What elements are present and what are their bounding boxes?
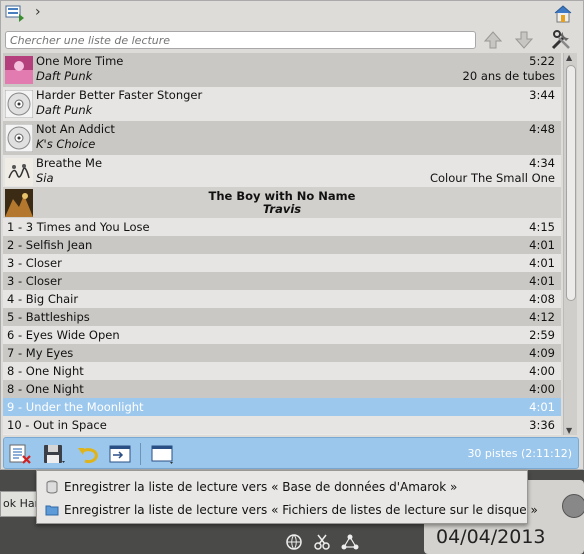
folder-icon: [45, 505, 59, 516]
row-name: 1 - 3 Times and You Lose: [7, 220, 150, 234]
menu-item-label: Enregistrer la liste de lecture vers « B…: [64, 480, 458, 494]
album-cover-icon: [5, 158, 33, 186]
scroll-down-icon[interactable]: ▼: [566, 426, 572, 435]
row-name: 6 - Eyes Wide Open: [7, 328, 120, 342]
tools-icon[interactable]: [549, 28, 575, 52]
database-icon: [46, 480, 58, 494]
globe-icon[interactable]: [285, 533, 303, 551]
table-row[interactable]: 8 - One Night 4:00: [3, 362, 561, 380]
track-artist: Daft Punk: [36, 69, 93, 83]
track-title: One More Time: [36, 54, 124, 68]
row-name: 10 - Out in Space: [7, 418, 107, 432]
row-duration: 4:01: [529, 400, 555, 414]
cd-icon: [5, 124, 33, 152]
arrow-up-icon[interactable]: [482, 29, 504, 51]
save-icon[interactable]: [42, 443, 66, 465]
track-duration: 4:34: [529, 156, 555, 170]
table-row[interactable]: 1 - 3 Times and You Lose 4:15: [3, 218, 561, 236]
breadcrumb-chevron-icon[interactable]: ›: [35, 4, 41, 20]
menu-item-label: Enregistrer la liste de lecture vers « F…: [64, 503, 538, 517]
row-duration: 4:00: [529, 364, 555, 378]
clock-date: 04/04/2013: [436, 526, 546, 548]
track-title: Breathe Me: [36, 156, 103, 170]
playlist: One More Time Daft Punk 5:22 20 ans de t…: [3, 53, 561, 435]
row-duration: 3:36: [529, 418, 555, 432]
arrow-down-icon[interactable]: [513, 29, 535, 51]
group-album-title: The Boy with No Name: [208, 189, 356, 203]
table-row[interactable]: 10 - Out in Space 3:36: [3, 416, 561, 434]
row-duration: 4:01: [529, 256, 555, 270]
playlist-icon[interactable]: [5, 5, 25, 22]
row-name: 3 - Closer: [7, 256, 62, 270]
table-row[interactable]: 6 - Eyes Wide Open 2:59: [3, 326, 561, 344]
row-duration: 2:59: [529, 328, 555, 342]
track-duration: 5:22: [529, 54, 555, 68]
list-item[interactable]: Harder Better Faster Stonger Daft Punk 3…: [3, 87, 561, 121]
row-name: 2 - Selfish Jean: [7, 238, 93, 252]
row-name: 8 - One Night: [7, 382, 84, 396]
row-duration: 4:08: [529, 292, 555, 306]
album-cover-icon: [5, 56, 33, 84]
track-artist: K's Choice: [36, 137, 96, 151]
group-artist: Travis: [262, 202, 302, 216]
track-artist: Sia: [36, 171, 54, 185]
clear-playlist-icon[interactable]: [8, 443, 32, 465]
scrollbar-thumb[interactable]: [566, 65, 576, 301]
scissors-icon[interactable]: [313, 533, 331, 551]
row-name: 7 - My Eyes: [7, 346, 74, 360]
row-duration: 4:12: [529, 310, 555, 324]
track-title: Not An Addict: [36, 122, 115, 136]
taskbar-entry[interactable]: ok Har: [0, 491, 40, 517]
table-row[interactable]: 2 - Selfish Jean 4:01: [3, 236, 561, 254]
playlist-toolbar: 30 pistes (2:11:12): [3, 437, 579, 469]
menu-item-save-to-database[interactable]: Enregistrer la liste de lecture vers « B…: [37, 476, 529, 498]
track-album: Colour The Small One: [429, 171, 555, 185]
search-input[interactable]: [5, 31, 476, 49]
undo-icon[interactable]: [77, 443, 101, 465]
row-duration: 4:01: [529, 274, 555, 288]
toolbar-separator: [140, 443, 141, 465]
save-playlist-menu: Enregistrer la liste de lecture vers « B…: [36, 470, 538, 524]
queue-editor-icon[interactable]: [108, 443, 132, 465]
network-icon[interactable]: [341, 533, 359, 551]
track-count: 30 pistes (2:11:12): [467, 447, 572, 460]
home-icon[interactable]: [554, 5, 572, 23]
table-row[interactable]: 7 - My Eyes 4:09: [3, 344, 561, 362]
table-row[interactable]: 8 - One Night 4:00: [3, 380, 561, 398]
playlist-window: › One More Time Daft Punk 5:22 20 ans de…: [0, 0, 584, 470]
track-title: Harder Better Faster Stonger: [36, 88, 203, 102]
menu-item-save-to-disk[interactable]: Enregistrer la liste de lecture vers « F…: [37, 499, 538, 521]
row-duration: 4:00: [529, 382, 555, 396]
window-menu-icon[interactable]: [150, 443, 174, 465]
track-duration: 3:44: [529, 88, 555, 102]
list-item[interactable]: Breathe Me Sia 4:34 Colour The Small One: [3, 155, 561, 189]
row-name: 5 - Battleships: [7, 310, 90, 324]
track-artist: Daft Punk: [36, 103, 93, 117]
row-duration: 4:15: [529, 220, 555, 234]
scroll-up-icon[interactable]: ▲: [566, 53, 572, 62]
cd-icon: [5, 90, 33, 118]
playlist-scrollbar[interactable]: ▲ ▼: [563, 53, 577, 435]
table-row[interactable]: 5 - Battleships 4:12: [3, 308, 561, 326]
table-row[interactable]: 3 - Closer 4:01: [3, 272, 561, 290]
track-duration: 4:48: [529, 122, 555, 136]
table-row[interactable]: 3 - Closer 4:01: [3, 254, 561, 272]
row-duration: 4:01: [529, 238, 555, 252]
list-item[interactable]: Not An Addict K's Choice 4:48: [3, 121, 561, 155]
track-album: 20 ans de tubes: [462, 69, 555, 83]
desktop-round-button[interactable]: [562, 494, 584, 518]
row-name: 4 - Big Chair: [7, 292, 79, 306]
list-item[interactable]: One More Time Daft Punk 5:22 20 ans de t…: [3, 53, 561, 87]
row-name: 8 - One Night: [7, 364, 84, 378]
row-name: 9 - Under the Moonlight: [7, 400, 144, 414]
playlist-header: ›: [1, 1, 584, 27]
row-duration: 4:09: [529, 346, 555, 360]
dock-icons: [285, 531, 375, 553]
table-row-selected[interactable]: 9 - Under the Moonlight 4:01: [3, 398, 561, 416]
album-group-header[interactable]: The Boy with No Name Travis: [3, 187, 561, 218]
table-row[interactable]: 4 - Big Chair 4:08: [3, 290, 561, 308]
row-name: 3 - Closer: [7, 274, 62, 288]
